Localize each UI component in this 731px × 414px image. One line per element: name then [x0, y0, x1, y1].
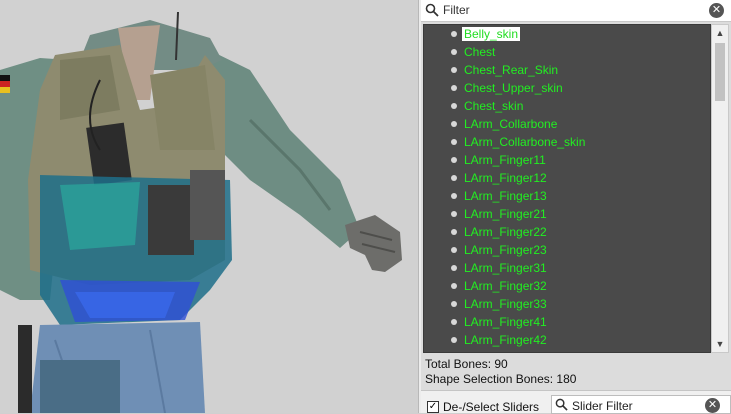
slider-filter-input[interactable]: [572, 398, 702, 413]
bone-list-item[interactable]: Chest: [424, 43, 710, 61]
bone-list-item[interactable]: Chest_skin: [424, 97, 710, 115]
bone-info: Total Bones: 90 Shape Selection Bones: 1…: [425, 357, 725, 387]
bullet-icon: [451, 139, 457, 145]
bone-name: LArm_Finger23: [464, 243, 547, 257]
bone-name: LArm_Finger11: [464, 153, 546, 167]
character-model-render: [0, 0, 418, 413]
bullet-icon: [451, 193, 457, 199]
bone-name: Belly_skin: [462, 27, 521, 41]
bullet-icon: [451, 229, 457, 235]
clear-slider-filter-icon[interactable]: ✕: [705, 398, 720, 413]
bone-list-item[interactable]: LArm_Finger23: [424, 241, 710, 259]
bone-list-item[interactable]: LArm_Finger13: [424, 187, 710, 205]
bones-panel: ✕ Belly_skin Chest Chest_Rear_Skin Chest_Up…: [421, 0, 731, 414]
search-icon: [425, 3, 439, 17]
shape-selection-bones-label: Shape Selection Bones: 180: [425, 372, 577, 386]
bullet-icon: [451, 175, 457, 181]
bullet-icon: [451, 211, 457, 217]
bullet-icon: [451, 121, 457, 127]
bullet-icon: [451, 301, 457, 307]
bone-list-item[interactable]: Chest_Upper_skin: [424, 79, 710, 97]
bone-list-scrollbar[interactable]: ▲ ▼: [711, 24, 729, 353]
3d-viewport[interactable]: [0, 0, 418, 413]
bone-list-item[interactable]: LArm_Finger12: [424, 169, 710, 187]
bone-name: LArm_Finger41: [464, 315, 547, 329]
select-sliders-checkbox[interactable]: ✓: [427, 401, 439, 413]
total-bones-label: Total Bones: 90: [425, 357, 508, 371]
select-sliders-label: De-/Select Sliders: [443, 400, 540, 414]
bone-name: LArm_Finger22: [464, 225, 547, 239]
scroll-down-arrow-icon[interactable]: ▼: [712, 336, 728, 352]
bullet-icon: [451, 67, 457, 73]
bone-name: LArm_Finger12: [464, 171, 547, 185]
bullet-icon: [451, 31, 457, 37]
bone-name: LArm_Finger31: [464, 261, 547, 275]
bullet-icon: [451, 337, 457, 343]
bone-list-item[interactable]: LArm_Finger11: [424, 151, 710, 169]
bone-name: LArm_Finger13: [464, 189, 547, 203]
bone-name: Chest: [464, 45, 496, 59]
scroll-up-arrow-icon[interactable]: ▲: [712, 25, 728, 41]
scrollbar-thumb[interactable]: [715, 43, 725, 101]
slider-toolbar: ✓ De-/Select Sliders ✕: [421, 390, 731, 414]
bullet-icon: [451, 247, 457, 253]
bone-name: Chest_Rear_Skin: [464, 63, 559, 77]
bone-list-item[interactable]: LArm_Finger22: [424, 223, 710, 241]
bone-list-item[interactable]: LArm_Collarbone: [424, 115, 710, 133]
bullet-icon: [451, 265, 457, 271]
bone-list-item[interactable]: LArm_Finger42: [424, 331, 710, 349]
bone-filter-input[interactable]: [443, 2, 703, 18]
bone-name: LArm_Finger21: [464, 207, 547, 221]
slider-filter-box: ✕: [551, 395, 731, 414]
bone-list-item[interactable]: LArm_Finger32: [424, 277, 710, 295]
bone-name: LArm_Collarbone: [464, 117, 558, 131]
bullet-icon: [451, 49, 457, 55]
bone-name: Chest_skin: [464, 99, 524, 113]
bone-list-item[interactable]: Belly_skin: [424, 25, 710, 43]
bone-list-item[interactable]: LArm_Finger33: [424, 295, 710, 313]
bone-list-item[interactable]: Chest_Rear_Skin: [424, 61, 710, 79]
bone-list-item[interactable]: LArm_Finger41: [424, 313, 710, 331]
bullet-icon: [451, 157, 457, 163]
bullet-icon: [451, 85, 457, 91]
bone-name: LArm_Finger42: [464, 333, 547, 347]
bone-name: LArm_Collarbone_skin: [464, 135, 586, 149]
bone-list-item[interactable]: LArm_Collarbone_skin: [424, 133, 710, 151]
bone-name: LArm_Finger33: [464, 297, 547, 311]
bone-list[interactable]: Belly_skin Chest Chest_Rear_Skin Chest_Uppe…: [423, 24, 711, 353]
bullet-icon: [451, 283, 457, 289]
bone-list-item[interactable]: LArm_Finger31: [424, 259, 710, 277]
search-icon: [555, 398, 568, 411]
bone-filter-bar: ✕: [421, 0, 731, 22]
bullet-icon: [451, 103, 457, 109]
bone-list-item[interactable]: LArm_Finger21: [424, 205, 710, 223]
bullet-icon: [451, 319, 457, 325]
bone-name: Chest_Upper_skin: [464, 81, 563, 95]
clear-filter-icon[interactable]: ✕: [709, 3, 724, 18]
bone-name: LArm_Finger32: [464, 279, 547, 293]
